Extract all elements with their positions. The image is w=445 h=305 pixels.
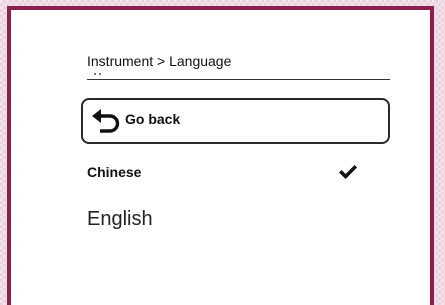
language-option-english[interactable]: English xyxy=(83,206,373,236)
go-back-button[interactable]: Go back xyxy=(81,98,390,144)
language-screen: Instrument > Language Go back Chinese En… xyxy=(11,10,430,305)
language-option-label: English xyxy=(87,208,153,230)
language-option-label: Chinese xyxy=(87,164,142,180)
breadcrumb: Instrument > Language xyxy=(87,53,232,69)
language-option-chinese[interactable]: Chinese xyxy=(83,160,373,184)
checkmark-icon xyxy=(339,165,357,179)
go-back-label: Go back xyxy=(125,111,181,127)
header-divider xyxy=(87,79,390,80)
device-frame: Instrument > Language Go back Chinese En… xyxy=(7,6,434,305)
breadcrumb-underline-dots xyxy=(94,73,104,76)
undo-arrow-icon xyxy=(92,109,120,133)
